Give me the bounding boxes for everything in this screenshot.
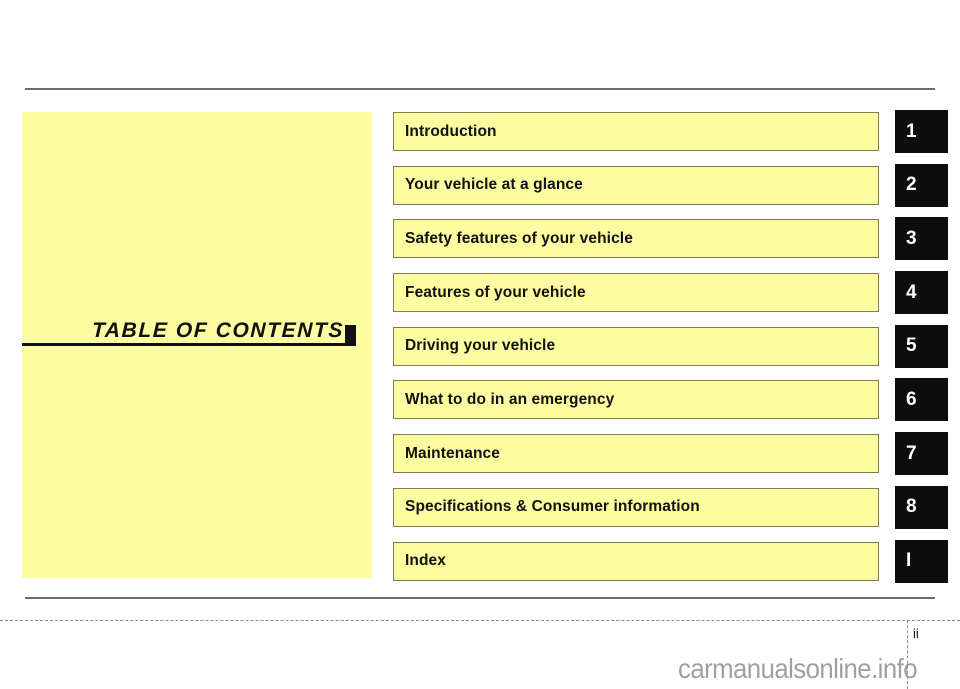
toc-chapter-tab[interactable]: 4	[895, 271, 948, 315]
toc-chapter-button[interactable]: Index	[393, 541, 879, 581]
toc-chapter-label: Features of your vehicle	[405, 283, 586, 301]
toc-chapter-button[interactable]: Safety features of your vehicle	[393, 219, 879, 259]
toc-chapter-tab-number: 2	[906, 174, 917, 196]
toc-chapter-tab[interactable]: 6	[895, 378, 948, 422]
toc-chapter-button[interactable]: Your vehicle at a glance	[393, 165, 879, 205]
page-title-block-marker	[345, 325, 356, 345]
toc-chapter-button[interactable]: Maintenance	[393, 434, 879, 474]
watermark: carmanualsonline.info	[678, 653, 918, 684]
toc-chapter-tab[interactable]: 5	[895, 324, 948, 368]
toc-chapter-label: Your vehicle at a glance	[405, 176, 583, 194]
page-number: ii	[913, 626, 919, 641]
toc-chapter-label: What to do in an emergency	[405, 390, 615, 408]
toc-chapter-button[interactable]: Features of your vehicle	[393, 273, 879, 313]
toc-chapter-button[interactable]: Introduction	[393, 112, 879, 151]
toc-row: Driving your vehicle 5	[393, 324, 948, 381]
toc-chapter-button[interactable]: Driving your vehicle	[393, 326, 879, 366]
page-title-text: TABLE OF CONTENTS	[91, 319, 345, 342]
toc-chapter-label: Introduction	[405, 122, 497, 140]
toc-chapter-tab-number: 1	[906, 120, 917, 142]
toc-chapter-tab[interactable]: 7	[895, 432, 948, 476]
footer-dashed-horizontal-line	[0, 620, 960, 621]
toc-row: Introduction 1	[393, 110, 948, 166]
toc-row: What to do in an emergency 6	[393, 378, 948, 434]
toc-row: Maintenance 7	[393, 432, 948, 488]
toc-chapter-tab-number: 4	[906, 281, 917, 303]
toc-chapter-label: Index	[405, 552, 446, 569]
toc-chapter-label: Driving your vehicle	[405, 337, 556, 355]
toc-chapter-tab-number: 6	[906, 388, 917, 410]
toc-chapter-label: Maintenance	[405, 444, 500, 462]
toc-chapter-tab[interactable]: 2	[895, 163, 948, 207]
page-title-underline	[22, 343, 356, 346]
toc-row-list: Introduction 1 Your vehicle at a glance 2 Sa…	[393, 110, 948, 596]
toc-chapter-label: Specifications & Consumer information	[405, 498, 700, 516]
toc-row: Your vehicle at a glance 2	[393, 163, 948, 220]
toc-row: Safety features of your vehicle 3	[393, 217, 948, 273]
top-horizontal-rule	[25, 88, 935, 90]
toc-chapter-tab-number: 5	[906, 335, 917, 357]
toc-chapter-tab-number: 3	[906, 227, 917, 249]
toc-row: Features of your vehicle 4	[393, 271, 948, 327]
toc-chapter-button[interactable]: What to do in an emergency	[393, 380, 879, 420]
toc-chapter-tab-number: I	[906, 550, 912, 571]
toc-row: Specifications & Consumer information 8	[393, 485, 948, 542]
page-title: TABLE OF CONTENTS	[22, 316, 356, 346]
toc-chapter-tab[interactable]: I	[895, 539, 948, 583]
toc-chapter-tab-number: 8	[906, 496, 917, 518]
toc-chapter-label: Safety features of your vehicle	[405, 229, 633, 247]
toc-chapter-tab[interactable]: 8	[895, 485, 948, 529]
toc-chapter-tab[interactable]: 1	[895, 110, 948, 153]
toc-chapter-button[interactable]: Specifications & Consumer information	[393, 487, 879, 527]
bottom-horizontal-rule	[25, 597, 935, 599]
toc-chapter-tab[interactable]: 3	[895, 217, 948, 261]
toc-row: Index I	[393, 539, 948, 596]
toc-chapter-tab-number: 7	[906, 442, 917, 464]
